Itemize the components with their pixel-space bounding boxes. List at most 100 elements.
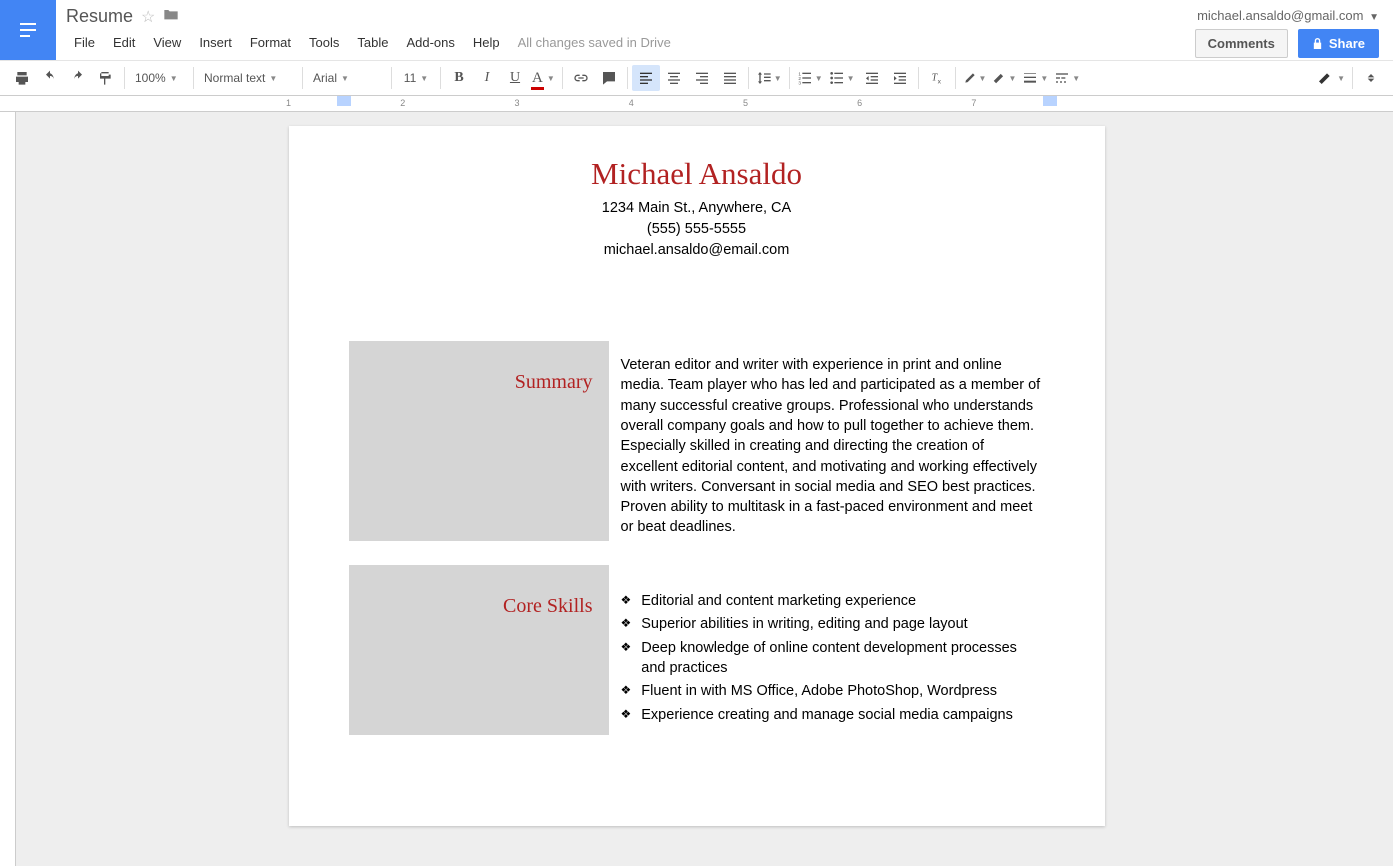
dropdown-arrow-icon: ▼ <box>547 74 555 83</box>
ruler-tick: 5 <box>743 98 748 108</box>
bold-icon[interactable]: B <box>445 65 473 91</box>
document-page[interactable]: Michael Ansaldo 1234 Main St., Anywhere,… <box>289 126 1105 826</box>
text-color-icon[interactable]: A▼ <box>529 65 558 91</box>
ruler-tick: 6 <box>857 98 862 108</box>
menu-file[interactable]: File <box>66 30 103 55</box>
menu-help[interactable]: Help <box>465 30 508 55</box>
phone: (555) 555-5555 <box>349 219 1045 240</box>
paint-format-icon[interactable] <box>92 65 120 91</box>
right-margin-marker[interactable] <box>1043 96 1057 106</box>
bulleted-list-icon[interactable]: ▼ <box>826 65 858 91</box>
document-title[interactable]: Resume <box>66 6 133 27</box>
zoom-dropdown[interactable]: 100% ▼ <box>129 65 189 91</box>
horizontal-ruler[interactable]: 1 2 3 4 5 6 7 <box>0 96 1393 112</box>
font-size-value: 11 <box>404 71 416 85</box>
redo-icon[interactable] <box>64 65 92 91</box>
menu-insert[interactable]: Insert <box>191 30 240 55</box>
dropdown-arrow-icon: ▼ <box>774 74 782 83</box>
skills-list: Editorial and content marketing experien… <box>621 579 1045 725</box>
summary-body: Veteran editor and writer with experienc… <box>621 341 1045 541</box>
folder-icon[interactable] <box>163 7 179 26</box>
vertical-ruler[interactable] <box>0 112 16 866</box>
border-width-icon[interactable]: ▼ <box>1019 65 1051 91</box>
lock-icon <box>1312 37 1323 50</box>
menu-edit[interactable]: Edit <box>105 30 143 55</box>
list-item: Editorial and content marketing experien… <box>621 591 1045 611</box>
underline-icon[interactable]: U <box>501 65 529 91</box>
user-email: michael.ansaldo@gmail.com <box>1197 8 1363 23</box>
border-color-icon[interactable]: ▼ <box>989 65 1019 91</box>
list-item: Deep knowledge of online content develop… <box>621 638 1045 679</box>
resume-name: Michael Ansaldo <box>349 156 1045 192</box>
style-value: Normal text <box>204 71 265 85</box>
clear-formatting-icon[interactable]: Tx <box>923 65 951 91</box>
align-right-icon[interactable] <box>688 65 716 91</box>
workspace: Michael Ansaldo 1234 Main St., Anywhere,… <box>0 112 1393 866</box>
zoom-value: 100% <box>135 71 166 85</box>
dropdown-arrow-icon: ▼ <box>815 74 823 83</box>
dropdown-arrow-icon: ▼ <box>1040 74 1048 83</box>
title-area: Resume ☆ File Edit View Insert Format To… <box>56 0 1195 55</box>
dropdown-arrow-icon: ▼ <box>1008 74 1016 83</box>
address: 1234 Main St., Anywhere, CA <box>349 198 1045 219</box>
menu-view[interactable]: View <box>145 30 189 55</box>
account-dropdown-icon: ▼ <box>1369 12 1379 23</box>
increase-indent-icon[interactable] <box>886 65 914 91</box>
align-justify-icon[interactable] <box>716 65 744 91</box>
insert-comment-icon[interactable] <box>595 65 623 91</box>
dropdown-arrow-icon: ▼ <box>979 74 987 83</box>
expand-toolbar-icon[interactable] <box>1357 65 1385 91</box>
email: michael.ansaldo@email.com <box>349 240 1045 261</box>
italic-icon[interactable]: I <box>473 65 501 91</box>
numbered-list-icon[interactable]: 123▼ <box>794 65 826 91</box>
dropdown-arrow-icon: ▼ <box>269 74 277 83</box>
dropdown-arrow-icon: ▼ <box>847 74 855 83</box>
dropdown-arrow-icon: ▼ <box>420 74 428 83</box>
font-dropdown[interactable]: Arial ▼ <box>307 65 387 91</box>
toolbar: 100% ▼ Normal text ▼ Arial ▼ 11 ▼ B I U A▼ ▼… <box>0 60 1393 96</box>
dropdown-arrow-icon: ▼ <box>341 74 349 83</box>
svg-text:3: 3 <box>798 81 801 86</box>
list-item: Fluent in with MS Office, Adobe PhotoSho… <box>621 681 1045 701</box>
print-icon[interactable] <box>8 65 36 91</box>
font-value: Arial <box>313 71 337 85</box>
header-right: michael.ansaldo@gmail.com ▼ Comments Sha… <box>1195 0 1393 58</box>
menu-table[interactable]: Table <box>349 30 396 55</box>
dropdown-arrow-icon: ▼ <box>1072 74 1080 83</box>
editing-mode-icon[interactable]: ▼ <box>1314 65 1348 91</box>
dropdown-arrow-icon: ▼ <box>170 74 178 83</box>
line-spacing-icon[interactable]: ▼ <box>753 65 785 91</box>
summary-label: Summary <box>349 341 609 541</box>
user-account[interactable]: michael.ansaldo@gmail.com ▼ <box>1197 8 1379 23</box>
section-summary: Summary Veteran editor and writer with e… <box>349 341 1045 541</box>
highlight-color-icon[interactable]: ▼ <box>960 65 990 91</box>
align-center-icon[interactable] <box>660 65 688 91</box>
border-dash-icon[interactable]: ▼ <box>1051 65 1083 91</box>
core-skills-body: Editorial and content marketing experien… <box>621 565 1045 735</box>
list-item: Superior abilities in writing, editing a… <box>621 614 1045 634</box>
menu-addons[interactable]: Add-ons <box>398 30 462 55</box>
app-header: Resume ☆ File Edit View Insert Format To… <box>0 0 1393 60</box>
share-button-label: Share <box>1329 36 1365 51</box>
undo-icon[interactable] <box>36 65 64 91</box>
share-button[interactable]: Share <box>1298 29 1379 58</box>
font-size-dropdown[interactable]: 11 ▼ <box>396 65 436 91</box>
menubar: File Edit View Insert Format Tools Table… <box>66 30 1185 55</box>
contact-block: 1234 Main St., Anywhere, CA (555) 555-55… <box>349 198 1045 261</box>
star-icon[interactable]: ☆ <box>141 7 155 27</box>
menu-format[interactable]: Format <box>242 30 299 55</box>
insert-link-icon[interactable] <box>567 65 595 91</box>
save-status: All changes saved in Drive <box>510 30 679 55</box>
left-margin-marker[interactable] <box>337 96 351 106</box>
docs-app-icon[interactable] <box>0 0 56 60</box>
core-skills-label: Core Skills <box>349 565 609 735</box>
styles-dropdown[interactable]: Normal text ▼ <box>198 65 298 91</box>
comments-button[interactable]: Comments <box>1195 29 1288 58</box>
svg-text:x: x <box>937 78 941 85</box>
section-core-skills: Core Skills Editorial and content market… <box>349 565 1045 735</box>
align-left-icon[interactable] <box>632 65 660 91</box>
decrease-indent-icon[interactable] <box>858 65 886 91</box>
menu-tools[interactable]: Tools <box>301 30 347 55</box>
list-item: Experience creating and manage social me… <box>621 705 1045 725</box>
ruler-tick: 7 <box>971 98 976 108</box>
